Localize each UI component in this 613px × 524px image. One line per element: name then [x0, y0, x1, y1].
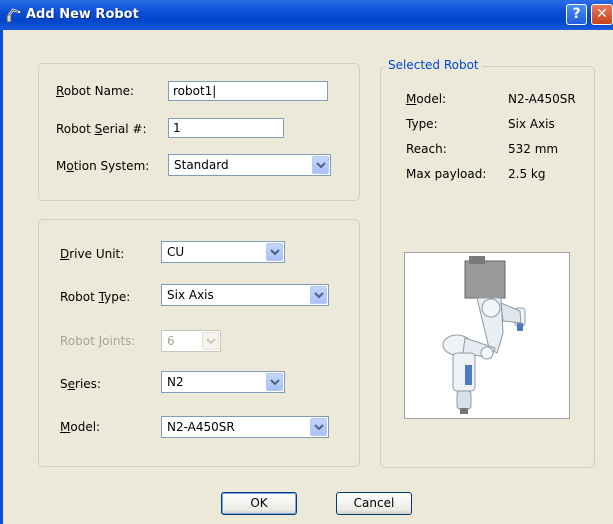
model-select[interactable]: N2-A450SR: [161, 416, 329, 438]
robot-type-value: Six Axis: [167, 288, 214, 302]
drive-unit-label: Drive Unit:: [60, 247, 125, 261]
chevron-down-icon[interactable]: [310, 286, 327, 304]
model-label: Model:: [60, 420, 101, 434]
selected-type-label: Type:: [406, 117, 438, 131]
robot-serial-input[interactable]: 1: [168, 118, 284, 138]
motion-system-value: Standard: [174, 158, 229, 172]
chevron-down-icon[interactable]: [266, 243, 283, 261]
robot-serial-label: Robot Serial #:: [56, 122, 147, 136]
robot-joints-label: Robot Joints:: [60, 334, 136, 348]
robot-name-label: Robot Name:: [56, 84, 135, 98]
series-label: Series:: [60, 377, 101, 391]
cancel-button[interactable]: Cancel: [336, 492, 412, 515]
motion-system-select[interactable]: Standard: [168, 154, 331, 176]
robot-preview-image: [404, 252, 570, 419]
selected-reach-value: 532 mm: [508, 142, 559, 156]
motion-system-label: Motion System:: [56, 159, 150, 173]
selected-payload-label: Max payload:: [406, 167, 487, 181]
chevron-down-icon[interactable]: [266, 373, 283, 391]
chevron-down-icon[interactable]: [310, 418, 327, 436]
series-select[interactable]: N2: [161, 371, 285, 393]
robot-app-icon: [4, 6, 22, 24]
robot-joints-value: 6: [167, 334, 175, 348]
series-value: N2: [167, 375, 184, 389]
selected-model-value: N2-A450SR: [508, 92, 576, 106]
title-bar[interactable]: Add New Robot ? ✕: [0, 0, 613, 30]
chevron-down-icon: [202, 332, 219, 350]
robot-type-select[interactable]: Six Axis: [161, 284, 329, 306]
selected-reach-label: Reach:: [406, 142, 447, 156]
chevron-down-icon[interactable]: [312, 156, 329, 174]
window-frame-left: [0, 30, 3, 524]
robot-name-input[interactable]: robot1|: [168, 81, 328, 101]
robot-joints-select: 6: [161, 330, 221, 352]
selected-type-value: Six Axis: [508, 117, 555, 131]
ok-button[interactable]: OK: [221, 492, 297, 515]
close-button[interactable]: ✕: [591, 4, 613, 25]
window-title: Add New Robot: [26, 7, 139, 22]
help-button[interactable]: ?: [566, 4, 587, 25]
model-value: N2-A450SR: [167, 420, 235, 434]
selected-model-label: Model:: [406, 92, 447, 106]
add-new-robot-dialog: Add New Robot ? ✕ Robot Name: robot1| Ro…: [0, 0, 613, 524]
drive-unit-select[interactable]: CU: [161, 241, 285, 263]
drive-unit-value: CU: [167, 245, 185, 259]
robot-type-label: Robot Type:: [60, 290, 131, 304]
selected-payload-value: 2.5 kg: [508, 167, 546, 181]
selected-robot-legend: Selected Robot: [385, 58, 482, 72]
